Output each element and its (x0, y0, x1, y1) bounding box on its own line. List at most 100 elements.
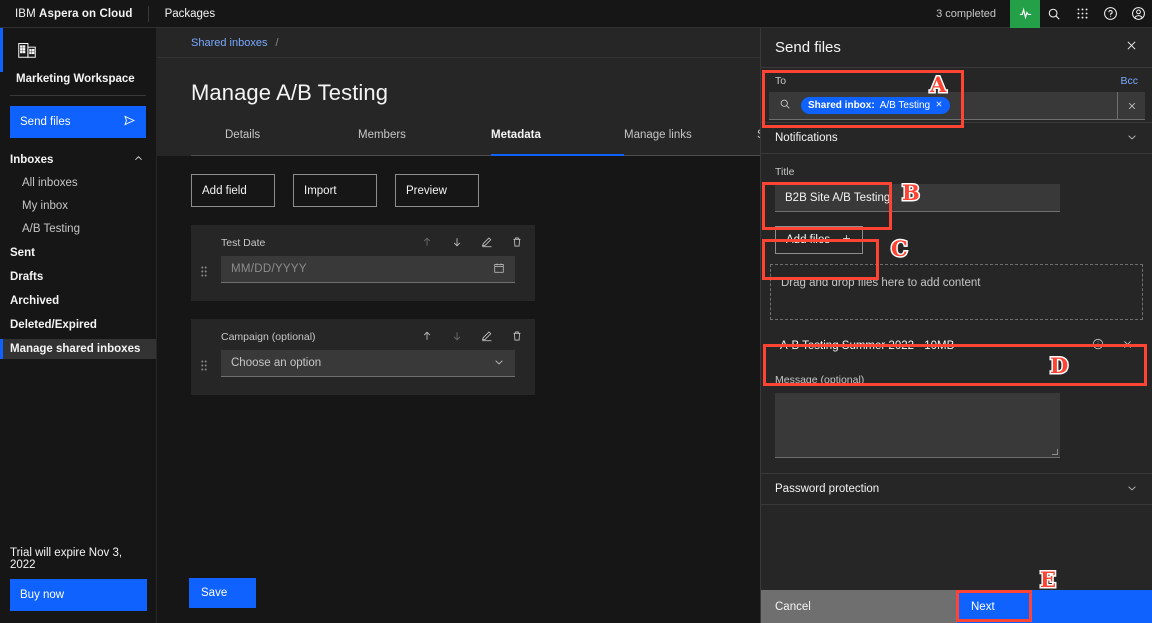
title-input[interactable]: B2B Site A/B Testing (775, 184, 1060, 212)
import-button[interactable]: Import (293, 174, 377, 207)
brand-title[interactable]: IBM Aspera on Cloud (0, 8, 148, 20)
sidebar-item-sent[interactable]: Sent (0, 243, 156, 263)
edit-icon[interactable] (481, 235, 493, 253)
sidebar-item-all-inboxes[interactable]: All inboxes (0, 173, 156, 193)
bcc-link[interactable]: Bcc (1120, 75, 1138, 87)
title-field-label: Title (775, 166, 795, 178)
search-icon (779, 97, 791, 115)
activity-icon[interactable] (1010, 0, 1040, 28)
add-field-label: Add field (202, 184, 247, 197)
resize-handle-icon[interactable] (1052, 449, 1058, 455)
message-textarea[interactable] (775, 393, 1060, 458)
add-field-button[interactable]: Add field (191, 174, 275, 207)
preview-button[interactable]: Preview (395, 174, 479, 207)
calendar-icon[interactable] (493, 262, 505, 277)
sidebar-item-my-inbox[interactable]: My inbox (0, 196, 156, 216)
sidebar-item-label: Manage shared inboxes (10, 343, 141, 355)
sidebar-divider (10, 95, 146, 96)
brand-name: Aspera on Cloud (39, 7, 133, 20)
recipients-input[interactable]: Shared inbox: A/B Testing (769, 92, 1145, 120)
tab-manage-links[interactable]: Manage links (624, 128, 757, 156)
send-files-button[interactable]: Send files (10, 106, 146, 138)
move-down-icon[interactable] (451, 329, 463, 347)
add-files-label: Add files (786, 234, 831, 246)
move-up-icon[interactable] (421, 235, 433, 253)
metadata-field-card: Test Date MM/DD/YYYY (191, 225, 535, 301)
cancel-button[interactable]: Cancel (761, 590, 957, 623)
building-icon (16, 38, 140, 65)
chip-remove-icon[interactable] (935, 100, 943, 111)
sidebar-group-inboxes[interactable]: Inboxes (0, 150, 156, 170)
cancel-label: Cancel (775, 600, 811, 613)
tab-bar: Details Members Metadata Manage links Se (191, 128, 760, 156)
brand-prefix: IBM (15, 7, 40, 20)
message-wrapper: Message (optional) (761, 362, 1152, 458)
page-header: Manage A/B Testing Details Members Metad… (157, 58, 760, 156)
sidebar-item-label: Drafts (10, 271, 44, 283)
preview-label: Preview (406, 184, 447, 197)
tab-label: Metadata (491, 129, 541, 141)
sidebar-item-label: My inbox (22, 200, 69, 212)
trial-expiry-text: Trial will expire Nov 3, 2022 (10, 547, 123, 571)
buy-now-button[interactable]: Buy now (10, 579, 147, 611)
search-icon[interactable] (1040, 0, 1068, 28)
title-field-wrapper: Title B2B Site A/B Testing (761, 154, 1152, 212)
next-button[interactable]: Next (957, 590, 1152, 623)
tab-label: Members (358, 129, 406, 141)
sidebar-item-deleted-expired[interactable]: Deleted/Expired (0, 315, 156, 335)
file-name: A-B Testing Summer 2022 - 10MB (780, 339, 955, 352)
add-files-button[interactable]: Add files (775, 226, 863, 254)
sidebar-item-label: Archived (10, 295, 60, 307)
page-title: Manage A/B Testing (191, 80, 389, 105)
notifications-accordion[interactable]: Notifications (761, 122, 1152, 154)
app-switcher-icon[interactable] (1068, 0, 1096, 28)
recipients-row: To Bcc Shared inbox: A/B Testing (761, 68, 1152, 122)
metadata-field-card: Campaign (optional) Choose an option (191, 319, 535, 395)
nav-packages[interactable]: Packages (149, 0, 232, 28)
chevron-down-icon[interactable] (493, 356, 505, 371)
delete-icon[interactable] (511, 329, 523, 347)
chevron-down-icon[interactable] (1126, 482, 1138, 497)
sidebar-item-manage-shared-inboxes[interactable]: Manage shared inboxes (0, 339, 156, 359)
chevron-down-icon[interactable] (1126, 131, 1138, 146)
test-date-input[interactable]: MM/DD/YYYY (221, 256, 515, 283)
password-protection-accordion[interactable]: Password protection (761, 473, 1152, 505)
tab-details[interactable]: Details (225, 128, 358, 156)
recipient-chip[interactable]: Shared inbox: A/B Testing (801, 97, 951, 114)
close-icon[interactable] (1125, 39, 1138, 57)
drag-handle-icon[interactable] (201, 360, 207, 379)
delete-icon[interactable] (511, 235, 523, 253)
import-label: Import (304, 184, 337, 197)
file-dropzone[interactable]: Drag and drop files here to add content (770, 264, 1143, 320)
breadcrumb-link-shared-inboxes[interactable]: Shared inboxes (191, 37, 267, 49)
plus-icon (841, 233, 852, 247)
main-content: Shared inboxes / Manage A/B Testing Deta… (157, 28, 760, 623)
remove-file-icon[interactable] (1122, 339, 1133, 353)
account-icon[interactable] (1124, 0, 1152, 28)
move-up-icon[interactable] (421, 329, 433, 347)
edit-icon[interactable] (481, 329, 493, 347)
field-tools (421, 235, 523, 253)
send-files-label: Send files (20, 116, 71, 128)
sidebar-item-ab-testing[interactable]: A/B Testing (0, 219, 156, 239)
move-down-icon[interactable] (451, 235, 463, 253)
tab-metadata[interactable]: Metadata (491, 128, 624, 156)
info-icon[interactable] (1092, 338, 1104, 353)
save-button[interactable]: Save (189, 578, 256, 608)
campaign-select[interactable]: Choose an option (221, 350, 515, 377)
workspace-accent-bar (0, 28, 3, 72)
drag-handle-icon[interactable] (201, 266, 207, 285)
chip-value: A/B Testing (879, 100, 931, 111)
workspace-block[interactable]: Marketing Workspace (0, 28, 156, 85)
clear-recipients-icon[interactable] (1117, 92, 1145, 120)
tab-members[interactable]: Members (358, 128, 491, 156)
dropzone-text: Drag and drop files here to add content (781, 277, 981, 289)
send-files-panel: Send files To Bcc Shared inbox: A/B Test… (760, 28, 1152, 623)
top-header: IBM Aspera on Cloud Packages 3 completed (0, 0, 1152, 28)
help-icon[interactable] (1096, 0, 1124, 28)
attached-file-row[interactable]: A-B Testing Summer 2022 - 10MB (770, 329, 1143, 362)
sidebar-item-drafts[interactable]: Drafts (0, 267, 156, 287)
sidebar-item-archived[interactable]: Archived (0, 291, 156, 311)
title-input-value: B2B Site A/B Testing (785, 191, 891, 204)
add-files-wrapper: Add files (761, 212, 1152, 254)
